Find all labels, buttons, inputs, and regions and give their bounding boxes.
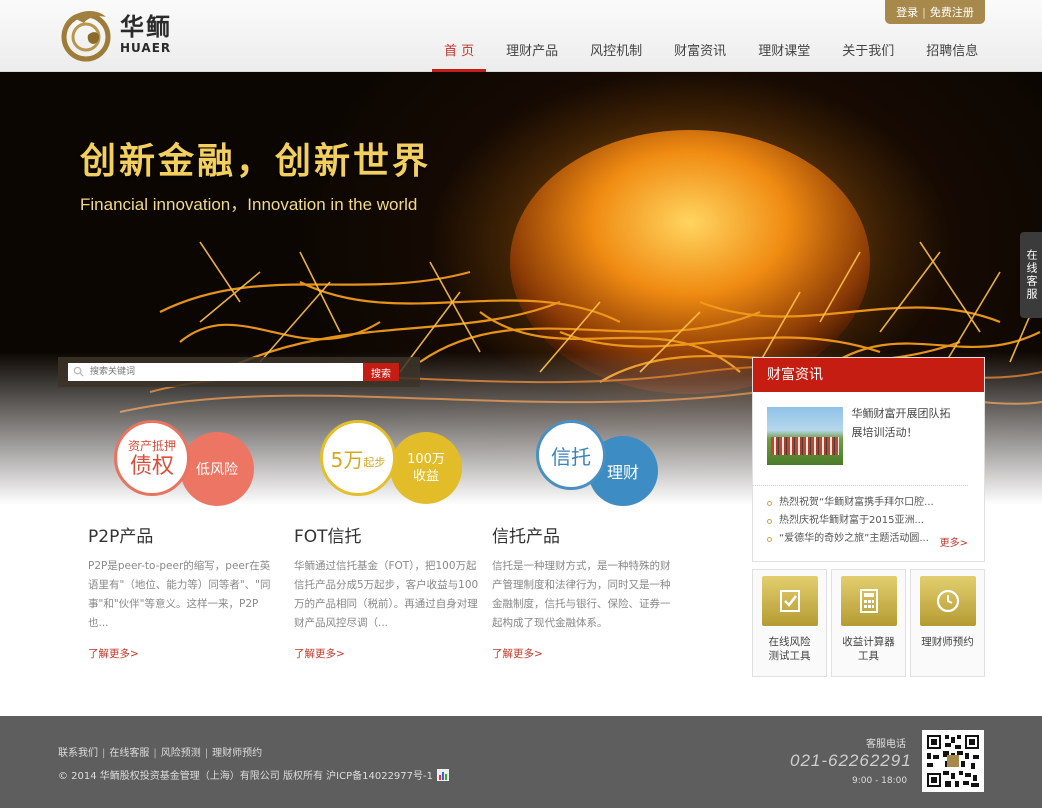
stats-icon[interactable] — [437, 768, 449, 781]
tool-label: 在线风险 测试工具 — [768, 636, 811, 662]
tool-advisor-booking[interactable]: 理财师预约 — [910, 569, 985, 677]
main-nav: 首 页 理财产品 风控机制 财富资讯 理财课堂 关于我们 招聘信息 — [432, 36, 998, 72]
product-description: 华鲕通过信托基金（FOT），把100万起信托产品分成5万起步，客户收益与100万… — [294, 560, 479, 629]
tool-label: 收益计算器 工具 — [842, 636, 895, 662]
login-link[interactable]: 登录 — [896, 4, 918, 20]
product-badge: 理财 信托 — [492, 420, 692, 510]
nav-item-wealth-news[interactable]: 财富资讯 — [662, 36, 738, 72]
tool-risk-test[interactable]: 在线风险 测试工具 — [752, 569, 827, 677]
bullet-icon — [767, 500, 772, 506]
product-description: P2P是peer-to-peer的缩写，peer在英语里有"（地位、能力等）同等… — [88, 560, 271, 629]
learn-more-link[interactable]: 了解更多> — [88, 646, 288, 661]
product-badge: 低风险 资产抵押 债权 — [88, 420, 288, 510]
site-footer: 联系我们 | 在线客服 | 风险预测 | 理财师预约 © 2014 华鲕股权投资基金管理（上… — [0, 716, 1042, 808]
product-title[interactable]: P2P产品 — [88, 522, 288, 547]
auth-bar: 登录 | 免费注册 — [885, 0, 985, 24]
banner-subtitle: Financial innovation，Innovation in the w… — [80, 195, 418, 214]
bullet-icon — [767, 536, 772, 542]
calculator-icon — [840, 576, 897, 626]
badge-outline-top: 资产抵押 — [127, 438, 176, 453]
wealth-news-panel: 财富资讯 华鲕财富开展团队拓展培训活动！ 热烈祝贺“华鲕财富携手拜尔口腔... … — [752, 357, 985, 562]
learn-more-link[interactable]: 了解更多> — [492, 646, 692, 661]
list-item[interactable]: 热烈祝贺“华鲕财富携手拜尔口腔... — [767, 494, 967, 512]
tool-return-calculator[interactable]: 收益计算器 工具 — [831, 569, 906, 677]
badge-fill-circle: 100万 收益 — [390, 432, 462, 504]
badge-outline-circle: 信托 — [536, 420, 606, 490]
list-item[interactable]: 热烈庆祝华鲕财富于2015亚洲... — [767, 512, 967, 530]
nav-item-finance-class[interactable]: 理财课堂 — [746, 36, 822, 72]
news-heading: 财富资讯 — [753, 358, 984, 392]
search-bar: 搜索 — [58, 357, 420, 387]
search-input[interactable] — [68, 363, 363, 381]
search-button[interactable]: 搜索 — [363, 363, 399, 381]
product-title[interactable]: 信托产品 — [492, 522, 692, 547]
badge-outline-main: 信托 — [551, 444, 591, 469]
copyright: © 2014 华鲕股权投资基金管理（上海）有限公司 版权所有 沪ICP备1402… — [58, 767, 449, 782]
nav-item-risk-control[interactable]: 风控机制 — [578, 36, 654, 72]
product-badge: 100万 收益 5万 起步 — [294, 420, 494, 510]
footer-link-risk[interactable]: 风险预测 — [161, 748, 201, 759]
product-card-p2p: 低风险 资产抵押 债权 P2P产品 P2P是peer-to-peer的缩写，pe… — [88, 420, 288, 661]
nav-item-home[interactable]: 首 页 — [432, 36, 487, 72]
news-feature[interactable]: 华鲕财富开展团队拓展培训活动！ — [753, 392, 968, 486]
clock-icon — [919, 576, 976, 626]
register-link[interactable]: 免费注册 — [930, 4, 974, 20]
product-description: 信托是一种理财方式，是一种特殊的财产管理制度和法律行为，同时又是一种金融制度，信… — [492, 560, 671, 629]
badge-outline-main: 5万 — [330, 447, 364, 472]
learn-more-link[interactable]: 了解更多> — [294, 646, 494, 661]
news-more-link[interactable]: 更多> — [940, 534, 968, 549]
search-icon — [73, 366, 84, 377]
badge-fill-text: 100万 收益 — [407, 452, 445, 484]
footer-link-online-service[interactable]: 在线客服 — [109, 748, 149, 759]
product-title[interactable]: FOT信托 — [294, 522, 494, 547]
nav-item-about-us[interactable]: 关于我们 — [830, 36, 906, 72]
nav-item-products[interactable]: 理财产品 — [494, 36, 570, 72]
tool-label: 理财师预约 — [921, 636, 974, 648]
phoenix-logo-icon — [61, 11, 111, 62]
online-service-tab[interactable]: 在线客服 — [1020, 232, 1042, 318]
badge-outline-circle: 5万 起步 — [320, 420, 396, 496]
footer-link-contact[interactable]: 联系我们 — [58, 748, 98, 759]
qr-code-icon — [922, 730, 984, 792]
hotline-label: 客服电话 — [866, 739, 906, 750]
news-feature-title[interactable]: 华鲕财富开展团队拓展培训活动！ — [851, 404, 954, 485]
brand-name-cn: 华鲕 — [120, 13, 172, 41]
product-card-fot: 100万 收益 5万 起步 FOT信托 华鲕通过信托基金（FOT），把100万起… — [294, 420, 494, 661]
hotline-number: 021-62262291 — [790, 751, 912, 770]
list-item[interactable]: “爱德华的奇妙之旅”主题活动圆... — [767, 530, 967, 548]
badge-outline-suffix: 起步 — [363, 456, 386, 469]
nav-item-careers[interactable]: 招聘信息 — [914, 36, 990, 72]
badge-fill-circle: 低风险 — [180, 432, 254, 506]
footer-link-advisor[interactable]: 理财师预约 — [212, 748, 262, 759]
product-card-trust: 理财 信托 信托产品 信托是一种理财方式，是一种特殊的财产管理制度和法律行为，同… — [492, 420, 692, 661]
badge-outline-circle: 资产抵押 债权 — [114, 420, 190, 496]
badge-outline-main: 债权 — [129, 453, 174, 479]
brand-logo[interactable]: 华鲕 HUAER — [58, 4, 188, 66]
checkbox-icon — [761, 576, 818, 626]
news-feature-image[interactable] — [767, 407, 844, 465]
bullet-icon — [767, 518, 772, 524]
badge-fill-text: 理财 — [606, 463, 639, 482]
badge-fill-text: 低风险 — [196, 462, 238, 478]
auth-separator: | — [922, 5, 926, 19]
footer-links: 联系我们 | 在线客服 | 风险预测 | 理财师预约 — [58, 748, 263, 759]
brand-name-en: HUAER — [120, 41, 172, 55]
site-header: 华鲕 HUAER 登录 | 免费注册 首 页 理财产品 风控机制 财富资讯 理财… — [0, 0, 1042, 72]
service-hours: 9:00 - 18:00 — [852, 776, 908, 786]
banner-title: 创新金融，创新世界 — [80, 140, 432, 182]
